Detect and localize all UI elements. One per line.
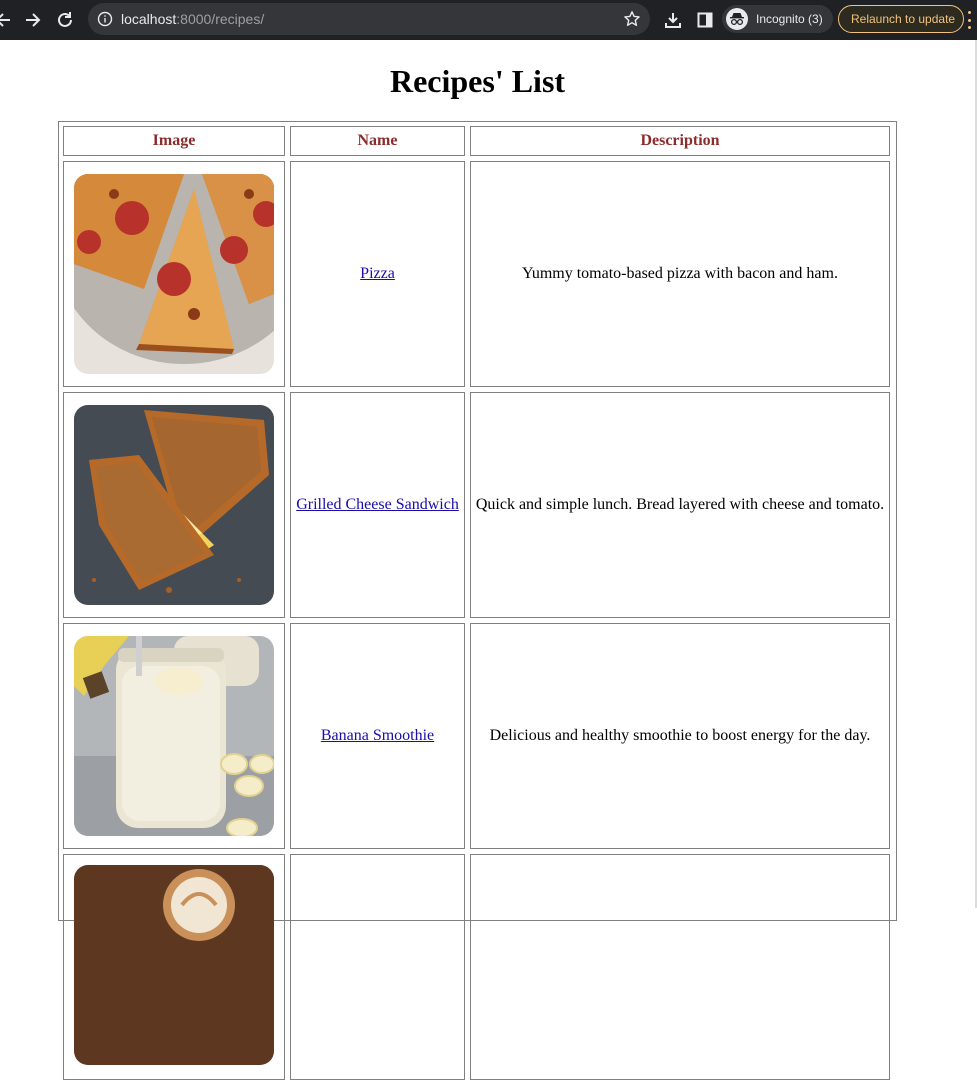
banana-smoothie-photo xyxy=(74,636,274,836)
description-cell: Yummy tomato-based pizza with bacon and … xyxy=(470,161,890,387)
recipes-table: Image Name Description Pizza Yummy tomat… xyxy=(63,126,890,1080)
image-cell xyxy=(63,623,285,849)
name-cell: Pizza xyxy=(290,161,465,387)
image-cell xyxy=(63,854,285,1080)
page-title: Recipes' List xyxy=(389,63,566,99)
url-path: :8000/recipes/ xyxy=(176,11,265,27)
url-host: localhost xyxy=(121,11,177,27)
coffee-photo xyxy=(74,865,274,1065)
incognito-label: Incognito (3) xyxy=(756,12,823,26)
table-row: Pizza Yummy tomato-based pizza with baco… xyxy=(63,161,890,387)
address-bar[interactable]: localhost:8000/recipes/ xyxy=(88,3,650,35)
reload-icon[interactable] xyxy=(54,9,76,31)
download-icon[interactable] xyxy=(662,9,684,31)
recipe-link-grilled-cheese-sandwich[interactable]: Grilled Cheese Sandwich xyxy=(296,496,459,513)
image-cell xyxy=(63,392,285,618)
image-cell xyxy=(63,161,285,387)
table-header-row: Image Name Description xyxy=(63,126,890,156)
side-panel-icon[interactable] xyxy=(694,9,716,31)
recipe-link-banana-smoothie[interactable]: Banana Smoothie xyxy=(321,727,434,744)
back-arrow-icon[interactable] xyxy=(0,9,14,31)
forward-arrow-icon[interactable] xyxy=(22,9,44,31)
bookmark-star-icon[interactable] xyxy=(623,10,641,28)
grilled-cheese-photo xyxy=(74,405,274,605)
description-cell: Quick and simple lunch. Bread layered wi… xyxy=(470,392,890,618)
name-cell xyxy=(290,854,465,1080)
pizza-photo xyxy=(74,174,274,374)
relaunch-to-update-button[interactable]: Relaunch to update xyxy=(838,5,964,33)
table-row: Banana Smoothie Delicious and healthy sm… xyxy=(63,623,890,849)
recipe-link-pizza[interactable]: Pizza xyxy=(360,265,395,282)
name-cell: Grilled Cheese Sandwich xyxy=(290,392,465,618)
description-cell: Delicious and healthy smoothie to boost … xyxy=(470,623,890,849)
browser-toolbar: localhost:8000/recipes/ Incognito (3) Re… xyxy=(0,0,977,40)
incognito-icon xyxy=(726,8,748,30)
incognito-indicator[interactable]: Incognito (3) xyxy=(722,5,833,33)
name-cell: Banana Smoothie xyxy=(290,623,465,849)
browser-menu-icon[interactable] xyxy=(967,11,971,29)
table-row xyxy=(63,854,890,1080)
column-header-name: Name xyxy=(290,126,465,156)
column-header-description: Description xyxy=(470,126,890,156)
site-info-icon[interactable] xyxy=(97,11,113,27)
description-cell xyxy=(470,854,890,1080)
address-url: localhost:8000/recipes/ xyxy=(121,11,264,27)
recipes-table-frame: Image Name Description Pizza Yummy tomat… xyxy=(58,121,897,1080)
table-row: Grilled Cheese Sandwich Quick and simple… xyxy=(63,392,890,618)
column-header-image: Image xyxy=(63,126,285,156)
